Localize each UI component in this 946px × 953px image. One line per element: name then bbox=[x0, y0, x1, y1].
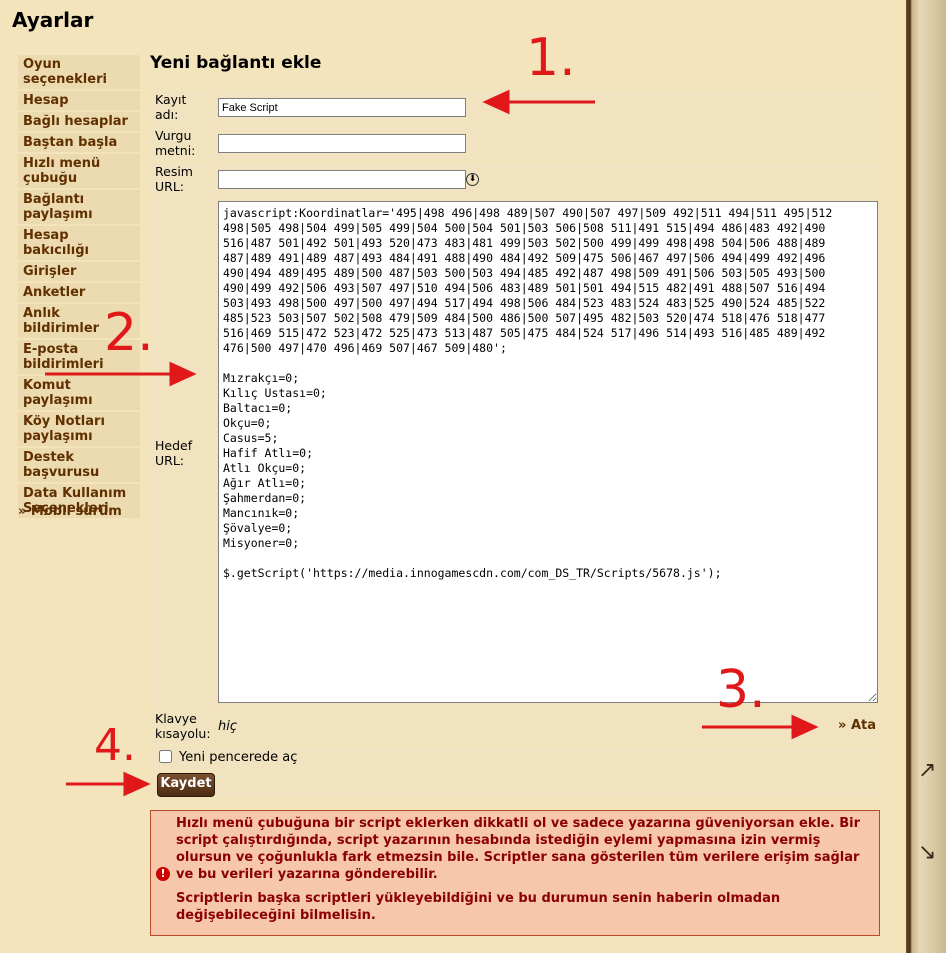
arrow-2-head bbox=[169, 361, 197, 387]
annotation-step-2: 2. bbox=[104, 303, 154, 363]
annotation-step-3: 3. bbox=[716, 660, 766, 720]
annotation-step-1: 1. bbox=[526, 28, 576, 88]
annotation-step-4: 4. bbox=[94, 720, 136, 771]
arrow-3-head bbox=[791, 714, 819, 740]
arrow-4-head bbox=[123, 771, 151, 797]
arrow-1-head bbox=[482, 89, 510, 115]
annotation-arrows bbox=[45, 89, 819, 797]
